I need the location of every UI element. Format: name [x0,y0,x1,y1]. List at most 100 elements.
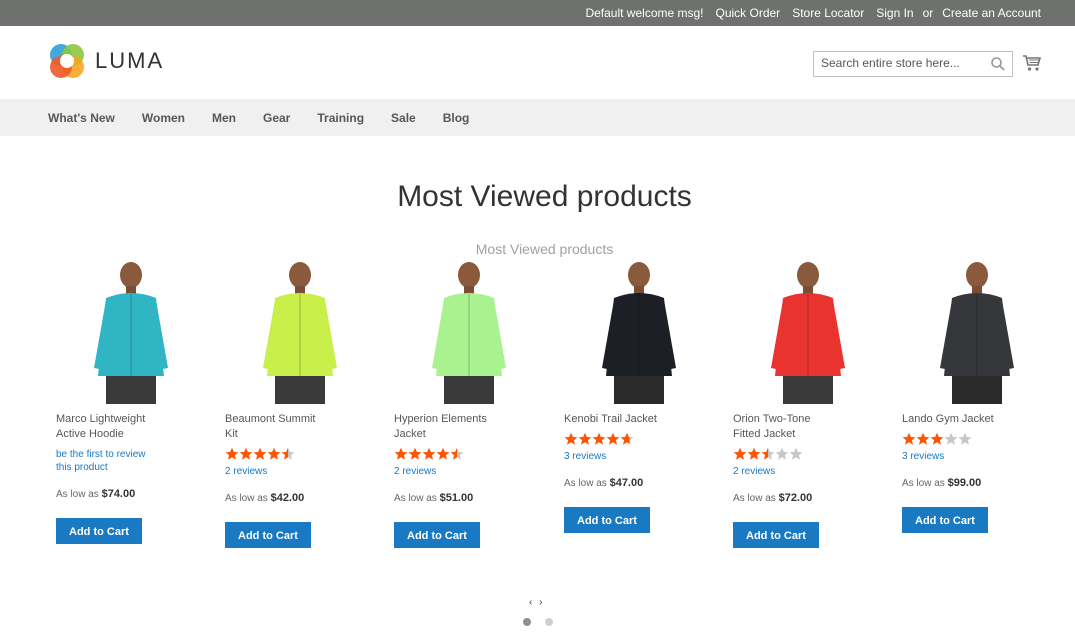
rating-star-icon [267,447,281,460]
slider-dots [523,618,553,626]
luma-logo-icon [50,44,84,78]
logo[interactable]: LUMA [49,43,164,79]
nav-list: What's New Women Men Gear Training Sale Blog [0,99,1075,136]
product-name-line[interactable]: Orion Two-Tone [733,412,883,427]
rating-star-icon [564,432,578,445]
product-name-link[interactable]: Hyperion Elements Jacket [394,412,544,442]
product-name-line[interactable]: Lando Gym Jacket [902,412,1052,427]
price-value: $72.00 [778,492,813,504]
header-links: Default welcome msg! Quick Order Store L… [585,0,1041,26]
product-image[interactable] [56,258,206,408]
product-image[interactable] [225,258,375,408]
slider-prev-button[interactable]: ‹ [529,597,532,608]
product-name-link[interactable]: Lando Gym Jacket [902,412,1052,427]
sign-in-link[interactable]: Sign In [876,6,913,20]
add-to-cart-button[interactable]: Add to Cart [902,507,988,533]
nav-item-men[interactable]: Men [212,111,236,125]
rating-star-icon [394,447,408,460]
slider-dot[interactable] [523,618,531,626]
rating-star-icon [620,432,634,445]
rating-star-icon [422,447,436,460]
reviews-link[interactable]: 3 reviews [902,450,1052,463]
rating-star-icon [902,432,916,445]
add-to-cart-button[interactable]: Add to Cart [225,522,311,548]
price-label: As low as [733,493,776,504]
rating-star-icon [606,432,620,445]
product-name-link[interactable]: Kenobi Trail Jacket [564,412,714,427]
review-link-line[interactable]: be the first to review [56,448,206,461]
logo-text: LUMA [95,48,165,73]
product-name-link[interactable]: Beaumont Summit Kit [225,412,375,442]
product-name-line[interactable]: Kenobi Trail Jacket [564,412,714,427]
price-label: As low as [394,493,437,504]
rating-star-icon [578,432,592,445]
rating-summary [225,447,375,461]
create-account-link[interactable]: Create an Account [942,6,1041,20]
rating-star-icon [436,447,450,460]
add-to-cart-button[interactable]: Add to Cart [733,522,819,548]
price-value: $51.00 [439,492,474,504]
product-name-line[interactable]: Hyperion Elements [394,412,544,427]
reviews-link[interactable]: 3 reviews [564,450,714,463]
cart-icon[interactable] [1022,54,1042,72]
product-item: Hyperion Elements Jacket 2 reviews As low a… [394,258,544,548]
nav-item-training[interactable]: Training [317,111,364,125]
reviews-link[interactable]: 2 reviews [394,465,544,478]
slider-next-button[interactable]: › [539,597,542,608]
price-label: As low as [56,489,99,500]
product-item: Beaumont Summit Kit 2 reviews As low as $42… [225,258,375,548]
search-box [813,51,1013,77]
rating-star-icon [789,447,803,460]
product-image[interactable] [564,258,714,408]
price-box: As low as $42.00 [225,492,375,504]
price-box: As low as $72.00 [733,492,883,504]
welcome-message: Default welcome msg! [585,6,704,20]
add-to-cart-button[interactable]: Add to Cart [394,522,480,548]
rating-star-icon [944,432,958,445]
product-name-line[interactable]: Beaumont Summit [225,412,375,427]
price-box: As low as $47.00 [564,477,714,489]
nav-item-what-s-new[interactable]: What's New [48,111,115,125]
product-name-link[interactable]: Orion Two-Tone Fitted Jacket [733,412,883,442]
product-item: Orion Two-Tone Fitted Jacket 2 reviews As l… [733,258,883,548]
product-name-line[interactable]: Kit [225,427,375,442]
rating-star-icon [408,447,422,460]
rating-star-icon [747,447,761,460]
top-bar: Default welcome msg! Quick Order Store L… [0,0,1075,26]
rating-star-icon [916,432,930,445]
reviews-link[interactable]: 2 reviews [225,465,375,478]
product-image[interactable] [733,258,883,408]
rating-summary [733,447,883,461]
product-image[interactable] [394,258,544,408]
price-value: $99.00 [947,477,982,489]
rating-star-icon [761,447,775,460]
rating-star-icon [450,447,464,460]
product-name-line[interactable]: Active Hoodie [56,427,206,442]
first-review-link[interactable]: be the first to review this product [56,448,206,474]
nav-item-women[interactable]: Women [142,111,185,125]
quick-order-link[interactable]: Quick Order [716,6,781,20]
store-locator-link[interactable]: Store Locator [792,6,864,20]
nav-item-sale[interactable]: Sale [391,111,416,125]
search-icon[interactable] [990,56,1006,72]
rating-star-icon [225,447,239,460]
product-name-line[interactable]: Marco Lightweight [56,412,206,427]
product-item: Kenobi Trail Jacket 3 reviews As low as $4… [564,258,714,533]
add-to-cart-button[interactable]: Add to Cart [564,507,650,533]
product-name-line[interactable]: Jacket [394,427,544,442]
review-link-line[interactable]: this product [56,461,206,474]
price-box: As low as $99.00 [902,477,1052,489]
rating-star-icon [930,432,944,445]
or-separator: or [922,6,934,20]
product-name-link[interactable]: Marco Lightweight Active Hoodie [56,412,206,442]
search-input[interactable] [814,52,986,74]
product-image[interactable] [902,258,1052,408]
price-value: $47.00 [609,477,644,489]
product-name-line[interactable]: Fitted Jacket [733,427,883,442]
rating-star-icon [592,432,606,445]
add-to-cart-button[interactable]: Add to Cart [56,518,142,544]
nav-item-blog[interactable]: Blog [443,111,470,125]
slider-dot[interactable] [545,618,553,626]
nav-item-gear[interactable]: Gear [263,111,290,125]
reviews-link[interactable]: 2 reviews [733,465,883,478]
